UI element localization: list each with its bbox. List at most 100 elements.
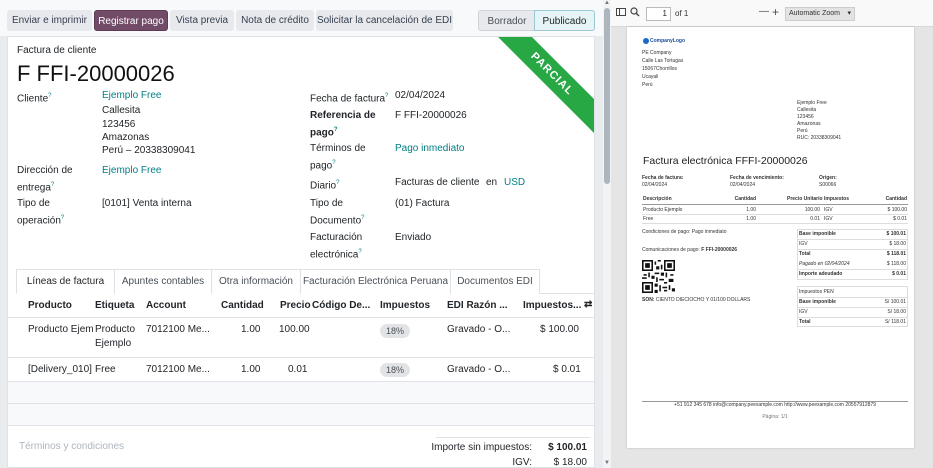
pdf-row-rule: [642, 214, 908, 215]
help-icon[interactable]: ?: [385, 93, 388, 99]
pdf-totals-rule: [797, 269, 908, 270]
pdf-pen-value: S/ 18.00: [887, 309, 906, 315]
pdf-pen-title: Impuestos PEN: [799, 289, 834, 295]
pdf-amount-in-words: SON: CIENTO DIECIOCHO Y 01/100 DOLLARS: [642, 297, 751, 303]
journal-field[interactable]: Facturas de cliente: [395, 176, 480, 190]
quantity-field[interactable]: 1.00: [241, 363, 260, 377]
account-field[interactable]: 7012100 Me...: [146, 323, 210, 337]
column-header[interactable]: Precio: [280, 300, 311, 311]
column-header[interactable]: Impuestos: [380, 300, 430, 311]
page-number-input[interactable]: 1: [646, 7, 671, 21]
chevron-down-icon: ▾: [847, 10, 851, 17]
pdf-due-value: 02/04/2024: [730, 182, 756, 188]
terms-conditions-field[interactable]: Términos y condiciones: [19, 441, 124, 452]
status-draft[interactable]: Borrador: [478, 10, 536, 31]
preview-button[interactable]: Vista previa: [170, 10, 234, 31]
register-payment-button[interactable]: Registrar pago: [94, 10, 168, 31]
tab-journal-items[interactable]: Apuntes contables: [114, 269, 212, 294]
pdf-total-value: $ 118.01: [886, 251, 906, 257]
help-icon[interactable]: ?: [358, 249, 361, 255]
edi-cancel-button[interactable]: Solicitar la cancelación de EDI: [316, 10, 453, 31]
empty-row: [8, 404, 594, 426]
pdf-total-value: $ 100.01: [886, 231, 906, 237]
column-header[interactable]: Producto: [28, 300, 72, 311]
client-address-line: Callesita: [797, 107, 817, 113]
client-address-line: Ejemplo Free: [797, 100, 827, 106]
pdf-line-unit: 100.00: [804, 207, 820, 213]
igv-value: $ 18.00: [553, 457, 587, 468]
line-subtotal: $ 100.00: [540, 324, 579, 335]
currency-link[interactable]: USD: [504, 176, 525, 190]
product-link[interactable]: [Delivery_010] E: [28, 363, 93, 377]
tab-invoice-lines[interactable]: Líneas de factura: [16, 269, 115, 294]
help-icon[interactable]: ?: [361, 215, 364, 221]
pdf-pen-value: S/ 118.01: [884, 319, 906, 325]
pdf-toolbar: 1 of 1 — + Automatic Zoom ▾: [611, 0, 933, 27]
edi-reason-field[interactable]: Gravado - O...: [447, 323, 510, 337]
help-icon[interactable]: ?: [332, 160, 335, 166]
payment-reference-field[interactable]: F FFI-20000026: [395, 109, 467, 123]
help-icon[interactable]: ?: [48, 93, 51, 99]
operation-type-field[interactable]: [0101] Venta interna: [102, 197, 192, 211]
help-icon[interactable]: ?: [61, 215, 64, 221]
pdf-pen-rule: [797, 317, 908, 318]
customer-address-line: 123456: [102, 119, 136, 130]
zoom-out-icon[interactable]: —: [759, 6, 769, 18]
status-posted[interactable]: Publicado: [534, 10, 595, 31]
notebook-tabs: Líneas de factura Apuntes contables Otra…: [16, 269, 594, 294]
zoom-in-icon[interactable]: +: [772, 6, 779, 18]
column-settings-icon[interactable]: ⇄: [584, 299, 592, 310]
column-header[interactable]: Etiqueta: [95, 300, 134, 311]
zoom-select[interactable]: Automatic Zoom ▾: [785, 7, 855, 21]
pdf-line-desc: Free: [643, 216, 654, 222]
untaxed-amount-value: $ 100.01: [548, 442, 587, 453]
pdf-header-rule: [642, 204, 908, 205]
client-address-line: Amazonas: [797, 121, 821, 127]
journal-in-text: en: [486, 177, 498, 188]
table-row[interactable]: [Delivery_010] E Free 7012100 Me... 1.00…: [8, 358, 594, 382]
pdf-line-unit: 0.01: [810, 216, 820, 222]
account-field[interactable]: 7012100 Me...: [146, 363, 210, 377]
pdf-col-header: Impuestos: [824, 196, 850, 202]
operation-type-label: Tipo de operación?: [17, 198, 65, 227]
help-icon[interactable]: ?: [51, 182, 54, 188]
search-icon[interactable]: [630, 7, 640, 20]
credit-note-button[interactable]: Nota de crédito: [236, 10, 314, 31]
product-link[interactable]: Producto Ejemp: [28, 323, 93, 337]
scroll-up-icon[interactable]: ▲: [604, 0, 610, 6]
price-field[interactable]: 0.01: [288, 363, 307, 377]
tab-edi-documents[interactable]: Documentos EDI: [450, 269, 540, 294]
invoice-date-field[interactable]: 02/04/2024: [395, 89, 445, 103]
help-icon[interactable]: ?: [336, 180, 339, 186]
pdf-line-tax: IGV: [824, 207, 833, 213]
form-scrollbar[interactable]: ▲ ▼: [603, 0, 611, 468]
pdf-date-label: Fecha de factura:: [642, 175, 684, 181]
tax-badge[interactable]: 18%: [380, 324, 410, 338]
tab-peru-einvoicing[interactable]: Facturación Electrónica Peruana: [300, 269, 451, 294]
customer-address-line: Callesita: [102, 105, 141, 116]
tax-badge[interactable]: 18%: [380, 363, 410, 377]
send-print-button[interactable]: Enviar e imprimir: [7, 10, 92, 31]
journal-label: Diario?: [310, 180, 340, 192]
column-header[interactable]: Cantidad: [221, 300, 264, 311]
scroll-thumb[interactable]: [604, 8, 610, 184]
line-label: Free: [95, 364, 116, 375]
delivery-address-link[interactable]: Ejemplo Free: [102, 164, 161, 178]
pdf-line-desc: Producto Ejemplo: [643, 207, 683, 213]
help-icon[interactable]: ?: [334, 127, 338, 133]
scroll-down-icon[interactable]: ▼: [604, 460, 610, 466]
column-header[interactable]: Impuestos...: [523, 300, 581, 311]
sidebar-toggle-icon[interactable]: [616, 7, 626, 20]
column-header[interactable]: Código De...: [312, 300, 370, 311]
tab-other-info[interactable]: Otra información: [211, 269, 301, 294]
column-header[interactable]: EDI Razón ...: [447, 300, 508, 311]
document-type-field[interactable]: (01) Factura: [395, 197, 449, 211]
customer-link[interactable]: Ejemplo Free: [102, 89, 161, 103]
table-row[interactable]: Producto Ejemp Producto Ejemplo 7012100 …: [8, 318, 594, 358]
edi-reason-field[interactable]: Gravado - O...: [447, 363, 510, 377]
client-address-line: RUC: 20338309041: [797, 135, 842, 141]
payment-terms-link[interactable]: Pago inmediato: [395, 142, 465, 156]
price-field[interactable]: 100.00: [279, 323, 310, 337]
quantity-field[interactable]: 1.00: [241, 323, 260, 337]
column-header[interactable]: Account: [146, 300, 186, 311]
